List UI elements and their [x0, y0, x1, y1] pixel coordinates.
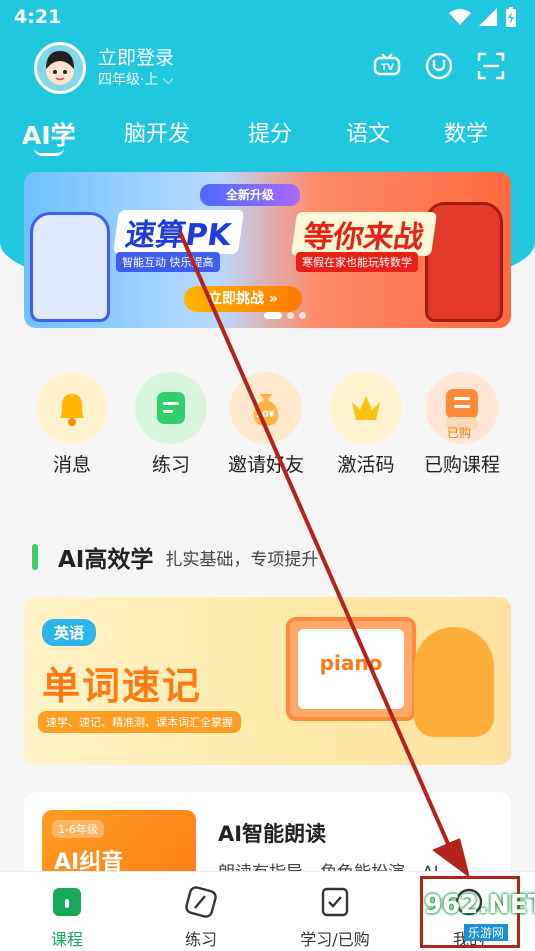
u-icon[interactable] — [425, 52, 453, 80]
section-subtitle: 扎实基础，专项提升 — [165, 549, 319, 570]
subject-pill: 英语 — [42, 619, 97, 646]
watermark-sub: 乐游网 — [464, 924, 509, 941]
banner-cta-button[interactable]: 立即挑战 » — [184, 286, 302, 312]
chevron-down-icon: ⌵ — [162, 72, 174, 88]
word-memorize-card[interactable]: 英语 单词速记 速学、速记、精准测、课本词汇全掌握 piano — [24, 597, 511, 765]
quick-activation-code[interactable]: 激活码 — [316, 372, 416, 477]
section-accent-bar — [32, 544, 38, 570]
banner-subtitle-1: 智能互动 快乐提高 — [116, 252, 220, 272]
tab-label: AI学 — [22, 121, 76, 150]
board-word: piano — [298, 629, 404, 709]
section-title: AI高效学 — [58, 547, 154, 573]
svg-text:20¥: 20¥ — [256, 410, 276, 420]
nav-label: 练习 — [184, 930, 217, 949]
avatar-face-icon — [37, 45, 83, 91]
tab-ai-learn[interactable]: AI学 — [22, 116, 76, 156]
status-icons — [449, 7, 517, 27]
category-tabs: AI学 脑开发 提分 语文 数学 — [0, 116, 535, 160]
cat-mascot-image — [414, 627, 494, 737]
pencil-icon — [183, 884, 219, 920]
watermark-logo: 962.NET — [424, 890, 535, 920]
avatar[interactable] — [34, 42, 86, 94]
nav-study-purchased[interactable]: 学习/已购 — [280, 884, 390, 950]
banner-title-1: 速算PK — [112, 210, 245, 254]
course-tab-icon — [49, 884, 85, 920]
quick-label: 邀请好友 — [227, 454, 304, 476]
quick-label: 已购课程 — [423, 454, 500, 476]
purchased-tag: 已购 — [447, 426, 472, 440]
banner-badge: 全新升级 — [200, 184, 300, 206]
quick-label: 消息 — [52, 454, 91, 476]
carousel-dot — [299, 312, 306, 319]
carousel-dot — [287, 312, 294, 319]
card-title: 单词速记 — [42, 664, 203, 708]
card-title: AI智能朗读 — [218, 822, 327, 846]
quick-messages[interactable]: 消息 — [22, 372, 122, 477]
nav-practice[interactable]: 练习 — [146, 884, 256, 950]
login-link[interactable]: 立即登录 — [98, 46, 174, 70]
check-doc-icon — [317, 884, 353, 920]
battery-icon — [506, 7, 516, 27]
blue-robot-image — [30, 212, 110, 322]
bell-icon — [36, 372, 108, 444]
signal-icon — [479, 8, 497, 26]
banner-subtitle-2: 寒假在家也能玩转数学 — [296, 252, 418, 272]
top-actions: TV — [373, 52, 505, 80]
quick-invite[interactable]: 20¥ 邀请好友 — [216, 372, 316, 477]
grade-label: 四年级·上 — [98, 72, 159, 88]
wifi-icon — [449, 9, 471, 25]
tab-chinese[interactable]: 语文 — [346, 116, 390, 148]
section-header: AI高效学 扎实基础，专项提升 — [32, 540, 318, 574]
money-bag-icon: 20¥ — [230, 372, 302, 444]
grade-selector[interactable]: 四年级·上 ⌵ — [98, 70, 174, 90]
quick-label: 激活码 — [337, 454, 395, 476]
nav-courses[interactable]: 课程 — [12, 884, 122, 950]
quick-practice[interactable]: 练习 — [121, 372, 221, 477]
nav-label: 学习/已购 — [300, 930, 370, 949]
user-profile[interactable]: 立即登录 四年级·上 ⌵ — [34, 42, 174, 94]
grade-tag: 1-6年级 — [52, 820, 104, 838]
piano-board-image: piano — [286, 617, 416, 721]
carousel-dot-active — [264, 312, 282, 319]
quick-label: 练习 — [151, 454, 190, 476]
status-bar: 4:21 — [0, 0, 535, 36]
scan-icon[interactable] — [477, 52, 505, 80]
carousel-dots — [264, 312, 306, 319]
status-time: 4:21 — [14, 6, 62, 28]
svg-text:TV: TV — [381, 63, 394, 73]
promo-banner[interactable]: 全新升级 速算PK 等你来战 智能互动 快乐提高 寒假在家也能玩转数学 立即挑战… — [24, 172, 511, 328]
nav-label: 课程 — [50, 930, 83, 949]
red-robot-image — [425, 202, 503, 322]
banner-title-2: 等你来战 — [290, 212, 438, 256]
tab-math[interactable]: 数学 — [444, 116, 488, 148]
practice-icon — [135, 372, 207, 444]
card-description: 速学、速记、精准测、课本词汇全掌握 — [38, 711, 241, 733]
tv-icon[interactable]: TV — [373, 52, 401, 80]
tab-score[interactable]: 提分 — [248, 116, 292, 148]
tab-brain[interactable]: 脑开发 — [124, 116, 190, 148]
crown-icon — [330, 372, 402, 444]
